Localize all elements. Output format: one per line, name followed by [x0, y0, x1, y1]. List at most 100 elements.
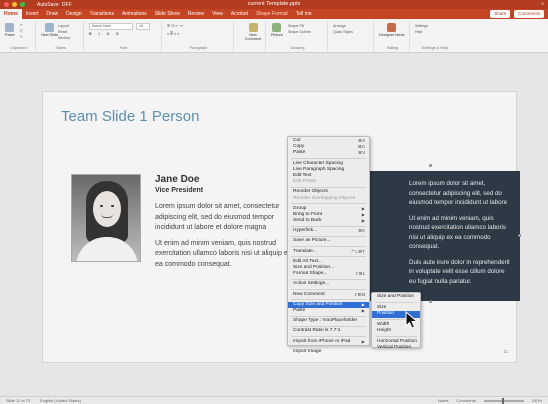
tab-acrobat[interactable]: Acrobat [227, 9, 252, 19]
layout-button[interactable]: Layout [58, 24, 69, 29]
comments-status-button[interactable]: Comments [456, 398, 475, 403]
help-button[interactable]: Help [415, 30, 422, 35]
menu-shortcut: ⌘K [358, 228, 365, 234]
menu-item-label: Hyperlink... [293, 228, 317, 234]
comments-button[interactable]: Comments [514, 10, 544, 18]
menu-item-label: Position [377, 311, 395, 316]
resize-handle[interactable] [518, 234, 521, 237]
submenu-arrow-icon: ▶ [361, 218, 365, 224]
font-name-select[interactable]: Avenir Next [89, 23, 133, 30]
text-box-dark[interactable]: Lorem ipsum dolor sit amet, consectetur … [367, 171, 520, 301]
shape-fill-button[interactable]: Shape Fill [288, 24, 304, 29]
notes-button[interactable]: Notes [438, 398, 448, 403]
rotate-handle[interactable] [429, 164, 432, 167]
resize-handle[interactable] [429, 300, 432, 303]
menu-item-new-comment[interactable]: New Comment ⇧⌘M [288, 292, 369, 298]
menu-separator [291, 225, 366, 227]
copy-icon[interactable]: ⎘ [20, 29, 23, 34]
slide-title[interactable]: Team Slide 1 Person [61, 108, 199, 125]
format-painter-icon[interactable]: ✎ [20, 35, 23, 40]
editing-group-label: Editing [386, 46, 399, 50]
menu-item-label: Edit Alt Text... [293, 258, 322, 264]
tab-design[interactable]: Design [62, 9, 86, 19]
window-title: current Template.pptx [247, 1, 301, 7]
menu-shortcut: ⌘V [358, 150, 365, 156]
share-button[interactable]: Share [490, 10, 511, 18]
menu-shortcut: ⇧⌘M [353, 291, 365, 297]
designer-button[interactable]: Designer Ideas [379, 23, 405, 37]
language-indicator[interactable]: English (United States) [40, 398, 81, 403]
menu-item-vertical-position[interactable]: Vertical Position [372, 345, 420, 352]
comment-group: New Comment [236, 21, 266, 51]
menu-item-hyperlink[interactable]: Hyperlink... ⌘K [288, 228, 369, 234]
menu-item-label: Size [377, 304, 387, 310]
menu-separator [291, 289, 366, 291]
menu-item-label: Translate... [293, 248, 317, 254]
new-slide-button[interactable]: New Slide [41, 23, 58, 37]
menu-item-format-shape[interactable]: Format Shape... ⇧⌘1 [288, 271, 369, 277]
new-comment-button[interactable]: New Comment [241, 23, 265, 41]
menu-item-contrast-ratio-is-7-7-1[interactable]: Contrast Ratio is 7.7:1 [288, 328, 369, 334]
submenu-arrow-icon: ▶ [361, 338, 365, 344]
menu-item-size-and-position[interactable]: Size and Position [372, 294, 420, 301]
quick-styles-button[interactable]: Quick Styles [333, 30, 353, 35]
menu-item-label: Live Character Spacing [293, 160, 343, 166]
slide[interactable]: Team Slide 1 Person Jane Doe Vice Presid… [42, 91, 521, 363]
menu-item-action-settings[interactable]: Action Settings... [288, 281, 369, 287]
menu-item-send-to-back[interactable]: Send to Back ▶ [288, 218, 369, 224]
shape-outline-button[interactable]: Shape Outline [288, 30, 311, 35]
settings-button[interactable]: Settings [415, 24, 428, 29]
menu-item-label: Bring to Front [293, 211, 323, 217]
menu-item-import-image[interactable]: Import Image [288, 349, 369, 355]
align-icons[interactable]: ≡ ≣ ≡ ≡ [167, 32, 179, 37]
reset-button[interactable]: Reset [58, 30, 67, 35]
drawing-group: Arrange Quick Styles [330, 21, 374, 51]
tab-tell-me[interactable]: Tell me [292, 9, 316, 19]
box-paragraph: Lorem ipsum dolor sit amet, consectetur … [409, 180, 508, 206]
menu-item-label: Width [377, 321, 390, 327]
ribbon: Paste ✂ ⎘ ✎ Clipboard New Slide Layout R… [0, 19, 548, 53]
menu-separator [291, 203, 366, 205]
cut-icon[interactable]: ✂ [20, 23, 23, 28]
menu-item-save-as-picture[interactable]: Save as Picture... [288, 238, 369, 244]
zoom-level[interactable]: 100% [532, 398, 542, 403]
person-bio[interactable]: Lorem ipsum dolor sit amet, consectetur … [155, 202, 295, 332]
zoom-slider[interactable] [483, 397, 524, 404]
tab-insert[interactable]: Insert [22, 9, 43, 19]
paste-icon [5, 23, 15, 32]
arrange-button[interactable]: Arrange [333, 24, 346, 29]
search-icon[interactable]: ⌕ [541, 1, 544, 7]
menu-item-paste[interactable]: Paste ▶ [288, 308, 369, 314]
menu-separator [291, 346, 366, 348]
tab-view[interactable]: View [208, 9, 227, 19]
font-size-select[interactable]: 18 [136, 23, 150, 30]
ribbon-tabs: Home Insert Draw Design Transitions Animation… [0, 9, 548, 19]
person-name[interactable]: Jane Doe [155, 174, 199, 185]
menu-item-reorder-overlapping-objects: Reorder Overlapping Objects [288, 196, 369, 202]
menu-item-translate[interactable]: Translate... ^⌥⌘T [288, 249, 369, 255]
menu-item-import-from-iphone-or-ipad[interactable]: Import from iPhone or iPad ▶ [288, 339, 369, 345]
paste-button[interactable]: Paste [5, 23, 15, 37]
menu-item-label: Horizontal Position [377, 338, 417, 344]
bullets-icon[interactable]: ☰ ☷ ⇤ ⇥ [167, 24, 182, 29]
tab-home[interactable]: Home [0, 9, 22, 19]
picture-button[interactable]: Picture [271, 23, 283, 37]
menu-item-paste[interactable]: Paste ⌘V [288, 150, 369, 156]
tab-draw[interactable]: Draw [42, 9, 62, 19]
section-button[interactable]: Section [58, 36, 70, 41]
tab-slide-show[interactable]: Slide Show [151, 9, 184, 19]
menu-item-label: Vertical Position [377, 345, 412, 350]
menu-item-label: Contrast Ratio is 7.7:1 [293, 328, 341, 334]
tab-transitions[interactable]: Transitions [86, 9, 118, 19]
slide-counter: Slide 11 of 72 [6, 398, 31, 403]
menu-item-label: Live Paragraph Spacing [293, 166, 345, 172]
tab-review[interactable]: Review [184, 9, 208, 19]
settings-group-label: Settings & Help [421, 46, 449, 50]
tab-animations[interactable]: Animations [118, 9, 151, 19]
tab-shape-format[interactable]: Shape Format [252, 9, 292, 19]
slide-canvas[interactable]: Team Slide 1 Person Jane Doe Vice Presid… [0, 53, 548, 396]
person-role[interactable]: Vice President [155, 187, 203, 194]
menu-item-shape-type-mooplaceholder[interactable]: Shape Type : mooPlaceholder [288, 318, 369, 324]
profile-photo[interactable] [71, 174, 141, 262]
bold-italic-underline-icons[interactable]: B I U S [89, 32, 122, 37]
